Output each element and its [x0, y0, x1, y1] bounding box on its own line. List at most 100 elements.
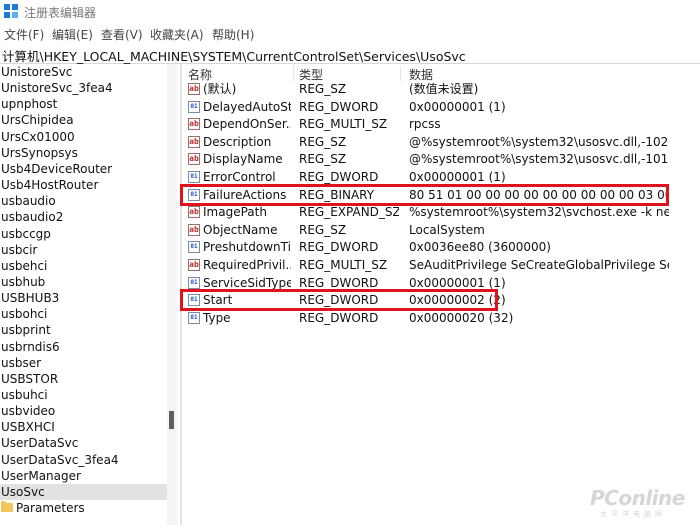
menu-bar: 文件(F) 编辑(E) 查看(V) 收藏夹(A) 帮助(H) — [0, 26, 700, 44]
value-row[interactable]: ab ObjectName REG_SZ LocalSystem — [183, 222, 700, 239]
tree-item[interactable]: UsoSvc — [0, 483, 167, 500]
string-value-icon: ab — [188, 153, 200, 166]
value-name: Description — [203, 134, 272, 149]
key-tree[interactable]: UnistoreSvc UnistoreSvc_3fea4 upnphost UrsC… — [0, 64, 167, 525]
value-type: REG_MULTI_SZ — [299, 117, 388, 132]
window-title: 注册表编辑器 — [24, 6, 97, 20]
tree-item[interactable]: usbser — [0, 355, 167, 371]
value-data: @%systemroot%\system32\usosvc.dll,-102 — [409, 134, 669, 149]
value-data: rpcss — [409, 117, 441, 132]
value-data: 0x00000001 (1) — [409, 99, 506, 114]
tree-item[interactable]: USBSTOR — [0, 371, 167, 387]
tree-item[interactable]: usbccgp — [0, 226, 167, 242]
binary-value-icon: 01 — [188, 311, 200, 324]
tree-item[interactable]: Usb4DeviceRouter — [0, 161, 167, 177]
value-data: 0x0036ee80 (3600000) — [409, 240, 551, 255]
value-list: 名称 类型 数据 ab (默认) REG_SZ (数值未设置) 01 DelayedAut… — [180, 64, 700, 525]
tree-item[interactable]: UserDataSvc_3fea4 — [0, 452, 167, 468]
value-row[interactable]: ab Description REG_SZ @%systemroot%\system3… — [183, 134, 700, 151]
menu-favorites[interactable]: 收藏夹(A) — [150, 26, 204, 43]
binary-value-icon: 01 — [188, 241, 200, 254]
menu-edit[interactable]: 编辑(E) — [52, 26, 93, 43]
tree-item[interactable]: UrsSynopsys — [0, 145, 167, 161]
highlight-box — [180, 183, 669, 206]
tree-scrollbar[interactable] — [167, 64, 177, 525]
value-type: REG_DWORD — [299, 310, 379, 325]
value-type: REG_SZ — [299, 152, 347, 167]
tree-item[interactable]: usbprint — [0, 322, 167, 338]
string-value-icon: ab — [188, 259, 200, 271]
value-data: @%systemroot%\system32\usosvc.dll,-101 — [409, 152, 669, 167]
column-divider[interactable] — [293, 66, 294, 81]
tree-item[interactable]: usbcir — [0, 242, 167, 258]
value-name: Type — [203, 310, 231, 325]
tree-item[interactable]: usbhub — [0, 274, 167, 290]
tree-item-parameters[interactable]: Parameters — [0, 500, 167, 516]
watermark-logo: PConline — [590, 486, 685, 510]
address-path[interactable]: 计算机\HKEY_LOCAL_MACHINE\SYSTEM\CurrentCon… — [2, 46, 466, 65]
tree-item[interactable]: usbvideo — [0, 403, 167, 419]
tree-item[interactable]: usbaudio2 — [0, 209, 167, 225]
registry-editor-app-icon — [4, 4, 18, 18]
value-row[interactable]: ab (默认) REG_SZ (数值未设置) — [183, 81, 700, 98]
value-name: (默认) — [203, 82, 237, 96]
tree-item[interactable]: upnphost — [0, 96, 167, 112]
title-bar: 注册表编辑器 — [0, 0, 700, 24]
tree-scrollbar-thumb[interactable] — [169, 411, 174, 429]
tree-item[interactable]: UnistoreSvc — [0, 64, 167, 80]
value-name: ObjectName — [203, 222, 278, 237]
value-row[interactable]: 01DelayedAutoSt... REG_DWORD 0x00000001 (1… — [183, 99, 700, 116]
highlight-box — [180, 289, 498, 312]
value-type: REG_EXPAND_SZ — [299, 205, 399, 220]
value-row[interactable]: 01 Type REG_DWORD 0x00000020 (32) — [183, 310, 700, 327]
tree-item[interactable]: usbohci — [0, 306, 167, 322]
tree-item[interactable]: USBHUB3 — [0, 290, 167, 306]
column-divider[interactable] — [400, 66, 401, 81]
tree-item[interactable]: UrsChipidea — [0, 112, 167, 128]
tree-item-label: Parameters — [16, 501, 85, 516]
tree-item[interactable]: USBXHCI — [0, 419, 167, 435]
value-type: REG_SZ — [299, 82, 347, 96]
value-row[interactable]: 01PreshutdownTi... REG_DWORD 0x0036ee80 (3… — [183, 239, 700, 256]
value-row[interactable]: ab ImagePath REG_EXPAND_SZ %systemroot%\sys… — [183, 204, 700, 221]
menu-file[interactable]: 文件(F) — [4, 26, 44, 43]
string-value-icon: ab — [188, 118, 200, 131]
value-name: RequiredPrivil... — [203, 258, 291, 272]
tree-item[interactable]: usbuhci — [0, 387, 167, 403]
tree-item[interactable]: usbaudio — [0, 193, 167, 209]
tree-item[interactable]: UserDataSvc — [0, 435, 167, 451]
value-type: REG_DWORD — [299, 99, 379, 114]
tree-item[interactable]: UnistoreSvc_3fea4 — [0, 80, 167, 96]
value-type: REG_DWORD — [299, 240, 379, 255]
value-row[interactable]: ab DependOnSer... REG_MULTI_SZ rpcss — [183, 116, 700, 133]
binary-value-icon: 01 — [188, 276, 200, 289]
value-type: REG_SZ — [299, 134, 347, 149]
tree-item[interactable]: Usb4HostRouter — [0, 177, 167, 193]
value-row[interactable]: ab DisplayName REG_SZ @%systemroot%\system3… — [183, 151, 700, 168]
value-name: DelayedAutoSt... — [203, 99, 291, 114]
value-name: PreshutdownTi... — [203, 240, 291, 255]
value-data: 0x00000020 (32) — [409, 310, 514, 325]
string-value-icon: ab — [188, 206, 200, 219]
string-value-icon: ab — [188, 135, 200, 148]
menu-help[interactable]: 帮助(H) — [212, 26, 254, 43]
value-type: REG_MULTI_SZ — [299, 258, 388, 272]
value-name: ImagePath — [203, 205, 267, 220]
tree-item[interactable]: UserManager — [0, 468, 167, 484]
address-bar[interactable]: 计算机\HKEY_LOCAL_MACHINE\SYSTEM\CurrentCon… — [0, 45, 700, 64]
tree-item[interactable]: usbehci — [0, 258, 167, 274]
folder-icon — [1, 501, 13, 513]
value-row[interactable]: ab RequiredPrivil... REG_MULTI_SZ SeAuditPr… — [183, 257, 700, 274]
watermark-tagline: 太平洋电脑网 — [600, 510, 666, 518]
value-data: LocalSystem — [409, 222, 485, 237]
value-data: SeAuditPrivilege SeCreateGlobalPrivilege… — [409, 258, 669, 272]
string-value-icon: ab — [188, 223, 200, 236]
tree-item[interactable]: UrsCx01000 — [0, 129, 167, 145]
binary-value-icon: 01 — [188, 171, 200, 183]
binary-value-icon: 01 — [188, 100, 200, 113]
tree-item[interactable]: usbrndis6 — [0, 339, 167, 355]
value-name: DisplayName — [203, 152, 283, 167]
value-name: DependOnSer... — [203, 117, 291, 132]
menu-view[interactable]: 查看(V) — [101, 26, 143, 43]
value-type: REG_SZ — [299, 222, 347, 237]
